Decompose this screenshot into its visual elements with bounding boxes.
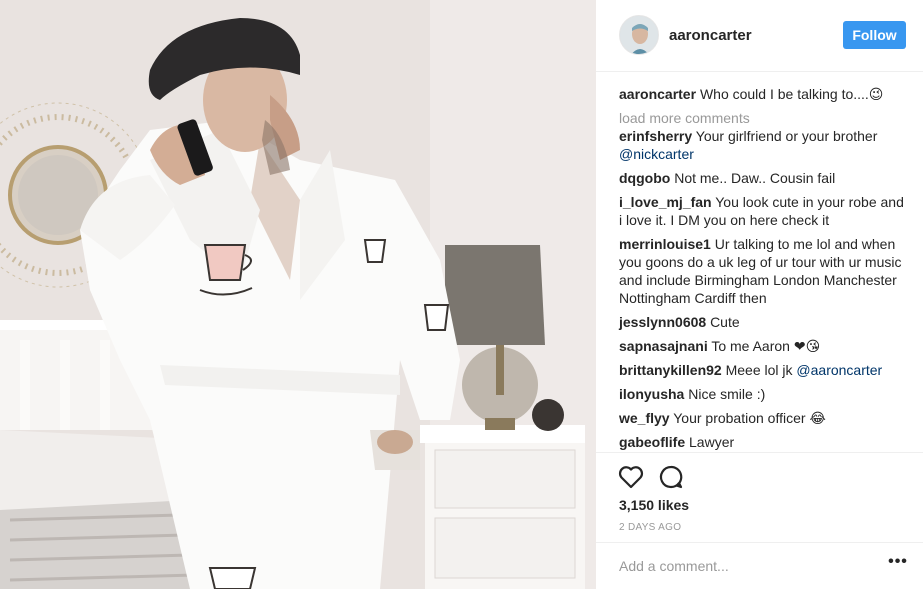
comment-item: ilonyusha Nice smile :): [619, 385, 909, 403]
comment-text: Meee lol jk: [725, 362, 797, 378]
comment-text: Your probation officer 😂: [673, 410, 826, 426]
heart-icon[interactable]: [618, 464, 644, 490]
comment-item: jesslynn0608 Cute: [619, 313, 909, 331]
photo-illustration: [0, 0, 596, 589]
comment-username[interactable]: dqgobo: [619, 170, 670, 186]
comment-text: Nice smile :): [688, 386, 766, 402]
more-options-icon[interactable]: •••: [888, 554, 908, 577]
comments-list: aaroncarter Who could I be talking to...…: [619, 85, 909, 457]
comment-text: Not me.. Daw.. Cousin fail: [674, 170, 836, 186]
avatar-image: [620, 16, 658, 54]
comment-mention-link[interactable]: @nickcarter: [619, 146, 694, 162]
comment-username[interactable]: merrinlouise1: [619, 236, 711, 252]
comment-item: brittanykillen92 Meee lol jk @aaroncarte…: [619, 361, 909, 379]
comment-mention-link[interactable]: @aaroncarter: [796, 362, 882, 378]
comment-username[interactable]: sapnasajnani: [619, 338, 708, 354]
caption-text: Who could I be talking to....😉: [699, 86, 884, 102]
post-header: aaroncarter Follow: [596, 0, 923, 72]
add-comment-input[interactable]: [619, 558, 869, 574]
comment-item: erinfsherry Your girlfriend or your brot…: [619, 127, 909, 163]
comment-username[interactable]: i_love_mj_fan: [619, 194, 712, 210]
comment-item: sapnasajnani To me Aaron ❤😘: [619, 337, 909, 355]
comment-item: merrinlouise1 Ur talking to me lol and w…: [619, 235, 909, 307]
load-more-comments-link[interactable]: load more comments: [619, 109, 909, 127]
comment-username[interactable]: brittanykillen92: [619, 362, 722, 378]
comment-username[interactable]: erinfsherry: [619, 128, 692, 144]
post-panel: aaroncarter Follow aaroncarter Who could…: [596, 0, 923, 589]
post-photo[interactable]: [0, 0, 596, 589]
comment-text: Your girlfriend or your brother: [695, 128, 878, 144]
avatar[interactable]: [619, 15, 659, 55]
comment-item: gabeoflife Lawyer: [619, 433, 909, 451]
comment-text: Cute: [710, 314, 740, 330]
post-timestamp[interactable]: 2 DAYS AGO: [619, 522, 681, 533]
action-bar: 3,150 likes 2 DAYS AGO •••: [596, 452, 923, 589]
comment-username[interactable]: jesslynn0608: [619, 314, 706, 330]
comment-item: i_love_mj_fan You look cute in your robe…: [619, 193, 909, 229]
comment-rows: erinfsherry Your girlfriend or your brot…: [619, 127, 909, 451]
comment-item: we_flyy Your probation officer 😂: [619, 409, 909, 427]
caption-username[interactable]: aaroncarter: [619, 86, 696, 102]
comment-username[interactable]: ilonyusha: [619, 386, 684, 402]
comment-text: To me Aaron ❤😘: [711, 338, 821, 354]
comment-username[interactable]: we_flyy: [619, 410, 670, 426]
caption: aaroncarter Who could I be talking to...…: [619, 85, 909, 103]
comment-bubble-icon[interactable]: [658, 464, 684, 490]
comment-text: Lawyer: [689, 434, 735, 450]
comment-item: dqgobo Not me.. Daw.. Cousin fail: [619, 169, 909, 187]
comment-username[interactable]: gabeoflife: [619, 434, 685, 450]
likes-count[interactable]: 3,150 likes: [619, 497, 689, 513]
add-comment-section: •••: [596, 542, 923, 589]
header-username[interactable]: aaroncarter: [669, 27, 752, 44]
action-icons: [618, 464, 684, 490]
follow-button[interactable]: Follow: [843, 21, 906, 49]
